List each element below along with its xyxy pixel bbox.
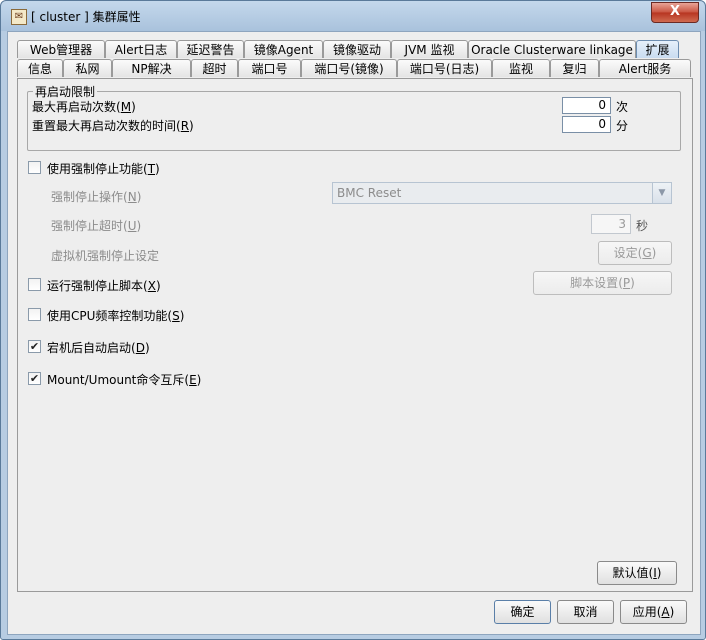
tab-web-manager[interactable]: Web管理器 [17,40,105,58]
forced-stop-label[interactable]: 使用强制停止功能(T) [47,160,160,177]
script-settings-button[interactable]: 脚本设置(P) [533,271,672,295]
tab-port-mirror[interactable]: 端口号(镜像) [301,59,397,77]
app-icon: ✉ [11,9,27,25]
window-title: [ cluster ] 集群属性 [31,10,141,24]
tab-alert-service[interactable]: Alert服务 [599,59,691,77]
forced-stop-script-checkbox[interactable] [28,278,41,291]
tab-recovery[interactable]: 复归 [550,59,599,77]
tab-jvm-monitor[interactable]: JVM 监视 [391,40,468,58]
close-icon: X [669,4,681,19]
dialog-client: Web管理器 Alert日志 延迟警告 镜像Agent 镜像驱动 JVM 监视 … [7,31,701,635]
close-button[interactable]: X [651,2,699,23]
tab-np-resolution[interactable]: NP解决 [112,59,191,77]
tab-alert-log[interactable]: Alert日志 [105,40,177,58]
tab-row-top: Web管理器 Alert日志 延迟警告 镜像Agent 镜像驱动 JVM 监视 … [17,40,697,60]
auto-start-checkbox[interactable]: ✔ [28,340,41,353]
dialog-window: ✉ [ cluster ] 集群属性 X Web管理器 Alert日志 延迟警告… [0,0,706,640]
tab-mirror-driver[interactable]: 镜像驱动 [323,40,391,58]
forced-stop-action-value: BMC Reset [337,186,402,200]
reset-time-label: 重置最大再启动次数的时间(R) [32,119,194,133]
chevron-down-icon[interactable]: ▼ [652,183,671,203]
reset-time-input[interactable]: 0 [562,116,611,133]
tab-monitor[interactable]: 监视 [492,59,550,77]
mount-exclusive-checkbox[interactable]: ✔ [28,372,41,385]
tab-info[interactable]: 信息 [17,59,63,77]
tab-row-bottom: 信息 私网 NP解决 超时 端口号 端口号(镜像) 端口号(日志) 监视 复归 … [17,59,697,79]
forced-stop-timeout-unit: 秒 [636,219,649,233]
cpu-frequency-checkbox[interactable] [28,308,41,321]
auto-start-label[interactable]: 宕机后自动启动(D) [47,339,150,356]
tab-port-log[interactable]: 端口号(日志) [397,59,492,77]
tab-extension[interactable]: 扩展 [636,40,679,58]
forced-stop-script-label[interactable]: 运行强制停止脚本(X) [47,277,161,294]
tab-oracle-clusterware[interactable]: Oracle Clusterware linkage [468,40,636,58]
cpu-frequency-label[interactable]: 使用CPU频率控制功能(S) [47,307,184,324]
title-bar[interactable]: ✉ [ cluster ] 集群属性 X [1,1,705,29]
forced-stop-checkbox[interactable] [28,161,41,174]
tab-mirror-agent[interactable]: 镜像Agent [244,40,323,58]
forced-stop-action-select[interactable]: BMC Reset ▼ [332,182,672,204]
max-restart-unit: 次 [616,100,629,114]
tab-port[interactable]: 端口号 [238,59,301,77]
reset-time-unit: 分 [616,119,629,133]
extension-panel: 再启动限制 最大再启动次数(M) 0 次 重置最大再启动次数的时间(R) 0 分… [17,78,693,592]
forced-stop-action-label: 强制停止操作(N) [51,190,142,204]
default-value-button[interactable]: 默认值(I) [597,561,677,585]
cancel-button[interactable]: 取消 [557,600,614,624]
max-restart-label: 最大再启动次数(M) [32,100,136,114]
tab-timeout[interactable]: 超时 [191,59,238,77]
ok-button[interactable]: 确定 [494,600,551,624]
tab-delay-warning[interactable]: 延迟警告 [177,40,244,58]
max-restart-input[interactable]: 0 [562,97,611,114]
apply-button[interactable]: 应用(A) [620,600,687,624]
vm-settings-button[interactable]: 设定(G) [598,241,672,265]
mount-exclusive-label[interactable]: Mount/Umount命令互斥(E) [47,371,201,388]
tab-private-network[interactable]: 私网 [63,59,112,77]
forced-stop-timeout-input[interactable]: 3 [591,214,631,234]
restart-limit-group: 再启动限制 最大再启动次数(M) 0 次 重置最大再启动次数的时间(R) 0 分 [27,83,681,151]
forced-stop-timeout-label: 强制停止超时(U) [51,219,142,233]
vm-forced-stop-label: 虚拟机强制停止设定 [51,249,160,263]
